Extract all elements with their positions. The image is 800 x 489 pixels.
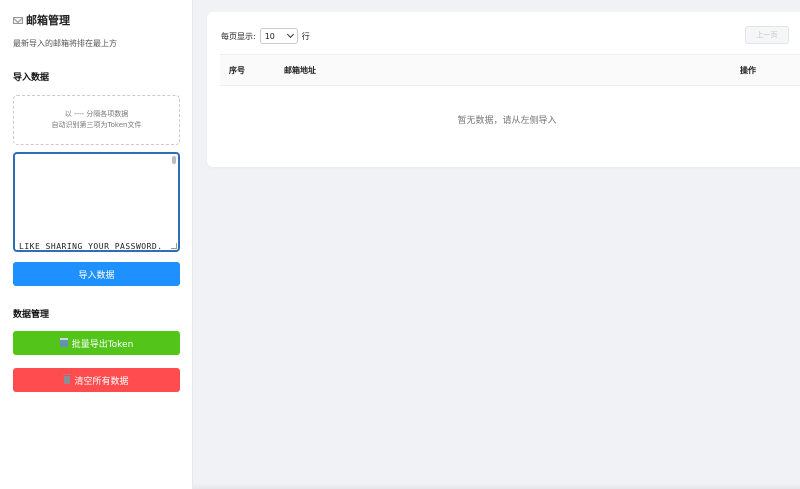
email-list-panel: 每页显示: 10 行 上一页 序号 邮箱地址 操作 暂无数据，请从左侧导入 <box>207 12 800 167</box>
table-header: 序号 邮箱地址 操作 <box>220 54 800 86</box>
mail-icon <box>13 16 23 24</box>
app-title: 邮箱管理 <box>13 12 70 28</box>
column-header-index: 序号 <box>229 66 245 75</box>
prev-page-button[interactable]: 上一页 <box>745 26 789 44</box>
import-button-label: 导入数据 <box>78 270 115 281</box>
per-page-control: 每页显示: 10 行 <box>221 28 310 44</box>
per-page-value: 10 <box>264 31 275 41</box>
per-page-suffix: 行 <box>301 31 310 41</box>
per-page-label: 每页显示: <box>221 31 256 41</box>
import-section-title: 导入数据 <box>13 73 50 83</box>
export-token-button[interactable]: 批量导出Token <box>13 331 180 355</box>
file-dropzone[interactable]: 以 ---- 分隔各项数据 自动识别第三项为Token文件 <box>13 95 180 145</box>
trash-icon <box>63 374 72 384</box>
import-button[interactable]: 导入数据 <box>13 262 180 286</box>
package-icon <box>59 337 68 347</box>
app-title-text: 邮箱管理 <box>26 14 70 27</box>
sidebar-subtitle: 最新导入的邮箱将排在最上方 <box>13 39 117 48</box>
textarea-content: LIKE SHARING YOUR PASSWORD. <box>19 242 163 251</box>
manage-section-title: 数据管理 <box>13 310 50 320</box>
chevron-down-icon <box>286 30 294 39</box>
dropzone-hint-line1: 以 ---- 分隔各项数据 <box>64 110 129 118</box>
clear-button-label: 清空所有数据 <box>74 376 129 387</box>
clear-all-button[interactable]: 清空所有数据 <box>13 368 180 392</box>
per-page-select[interactable]: 10 <box>259 28 298 44</box>
column-header-actions: 操作 <box>740 66 756 75</box>
page-bottom-shadow <box>193 483 800 489</box>
export-button-label: 批量导出Token <box>71 339 134 350</box>
dropzone-hint-line2: 自动识别第三项为Token文件 <box>51 121 142 129</box>
import-textarea[interactable]: LIKE SHARING YOUR PASSWORD. <box>13 152 180 252</box>
textarea-scrollbar[interactable] <box>172 156 176 164</box>
textarea-resize-handle[interactable] <box>171 243 177 249</box>
prev-page-label: 上一页 <box>756 31 778 39</box>
sidebar: 邮箱管理 最新导入的邮箱将排在最上方 导入数据 以 ---- 分隔各项数据 自动… <box>0 0 193 489</box>
empty-state-message: 暂无数据，请从左侧导入 <box>457 116 557 126</box>
column-header-email: 邮箱地址 <box>284 66 316 75</box>
